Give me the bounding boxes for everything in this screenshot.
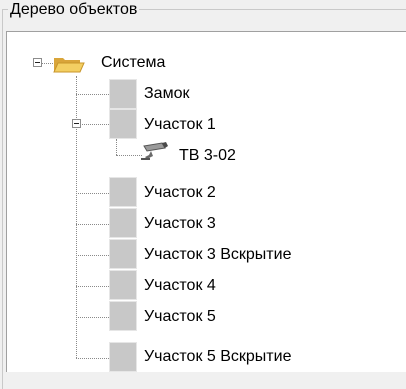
device-icon (109, 109, 137, 139)
device-icon (109, 177, 137, 207)
tree-node-label[interactable]: Участок 5 (144, 307, 216, 327)
tree-connector (76, 193, 109, 194)
tree-connector (76, 255, 109, 256)
object-tree[interactable]: Система Замок Участок 1 ТВ 3-02 Участок … (6, 31, 406, 372)
device-icon (109, 301, 137, 331)
tree-connector (116, 139, 117, 155)
tree-connector (76, 317, 109, 318)
tree-node-label[interactable]: Участок 3 (144, 214, 216, 234)
tree-connector (76, 94, 109, 95)
device-icon (109, 239, 137, 269)
device-icon (109, 342, 137, 372)
tree-connector (76, 358, 109, 359)
tree-node-root-label[interactable]: Система (101, 53, 165, 73)
tree-node-label[interactable]: Участок 3 Вскрытие (144, 245, 291, 265)
device-icon (109, 270, 137, 300)
camera-icon (141, 142, 168, 160)
tree-node-label[interactable]: Участок 1 (144, 115, 216, 135)
collapse-toggle-uchastok-1[interactable] (72, 119, 81, 128)
tree-node-label[interactable]: ТВ 3-02 (179, 146, 236, 166)
tree-node-label[interactable]: Участок 5 Вскрытие (144, 347, 291, 367)
tree-node-label[interactable]: Участок 2 (144, 183, 216, 203)
device-icon (109, 79, 137, 109)
panel-title: Дерево объектов (8, 1, 140, 19)
tree-connector (76, 286, 109, 287)
tree-node-label[interactable]: Замок (144, 84, 189, 104)
device-icon (109, 208, 137, 238)
folder-icon (53, 58, 85, 73)
tree-connector (42, 63, 53, 64)
tree-connector (76, 224, 109, 225)
collapse-toggle-root[interactable] (33, 58, 42, 67)
tree-node-label[interactable]: Участок 4 (144, 276, 216, 296)
